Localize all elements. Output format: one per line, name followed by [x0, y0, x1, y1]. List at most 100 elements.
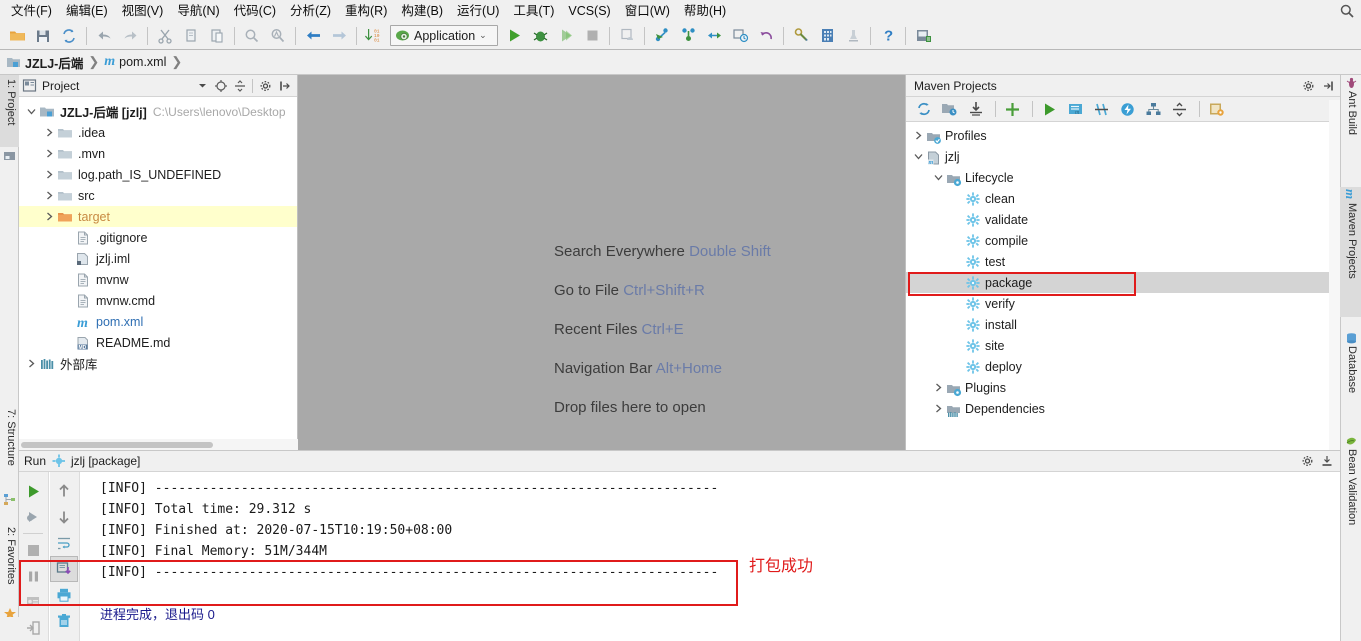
sidebar-item-ant-build[interactable]: Ant Build: [1340, 75, 1361, 153]
scroll-up-icon[interactable]: [50, 478, 78, 504]
chevron-down-icon[interactable]: [23, 104, 39, 120]
cut-icon[interactable]: [153, 24, 177, 48]
maven-tree-row[interactable]: Profiles: [906, 125, 1340, 146]
paste-icon[interactable]: [205, 24, 229, 48]
hide-icon[interactable]: [1319, 77, 1337, 95]
undo-icon[interactable]: [92, 24, 116, 48]
menu-run[interactable]: 运行(U): [450, 1, 506, 21]
exit-icon[interactable]: [19, 615, 47, 641]
run-button[interactable]: [502, 24, 526, 48]
maven-tree[interactable]: Profiles m jzlj Lifecycle clean validate compi…: [906, 122, 1340, 419]
maven-tree-row[interactable]: validate: [906, 209, 1340, 230]
maven-tree-row-selected[interactable]: package: [906, 272, 1340, 293]
project-tree[interactable]: JZLJ-后端 [jzlj] C:\Users\lenovo\Desktop .id…: [19, 97, 297, 374]
collapse-all-icon[interactable]: [1168, 99, 1191, 120]
chevron-right-icon[interactable]: [930, 401, 946, 417]
run-maven-build-icon[interactable]: [1038, 99, 1061, 120]
project-tree-row[interactable]: .idea: [19, 122, 297, 143]
project-tree-row[interactable]: mvnw.cmd: [19, 290, 297, 311]
push-icon[interactable]: [702, 24, 726, 48]
chevron-right-icon[interactable]: [23, 356, 39, 372]
maven-tree-row[interactable]: m jzlj: [906, 146, 1340, 167]
chevron-down-icon[interactable]: [910, 149, 926, 165]
menu-window[interactable]: 窗口(W): [618, 1, 677, 21]
copy-icon[interactable]: [179, 24, 203, 48]
sidebar-item-bean-validation[interactable]: Bean Validation: [1340, 433, 1361, 561]
project-horizontal-scrollbar[interactable]: [19, 439, 298, 450]
maven-tree-row[interactable]: test: [906, 251, 1340, 272]
chevron-down-icon[interactable]: [930, 170, 946, 186]
find-icon[interactable]: [240, 24, 264, 48]
project-structure-icon[interactable]: [815, 24, 839, 48]
editor-empty-area[interactable]: Search Everywhere Double Shift Go to File…: [298, 75, 905, 450]
chevron-right-icon[interactable]: [41, 167, 57, 183]
search-icon[interactable]: [1339, 3, 1355, 19]
project-tree-row[interactable]: mvnw: [19, 269, 297, 290]
sidebar-item-project[interactable]: 1: Project: [0, 75, 19, 147]
sidebar-item-favorites[interactable]: 2: Favorites: [0, 523, 19, 605]
dump-threads-icon[interactable]: [19, 589, 47, 615]
sidebar-item-structure[interactable]: 7: Structure: [0, 405, 19, 489]
hide-icon[interactable]: [276, 77, 294, 95]
chevron-right-icon[interactable]: [41, 188, 57, 204]
project-tree-row[interactable]: src: [19, 185, 297, 206]
reimport-icon[interactable]: [912, 99, 935, 120]
chevron-right-icon[interactable]: [930, 380, 946, 396]
chevron-right-icon[interactable]: [41, 209, 57, 225]
generate-sources-icon[interactable]: [938, 99, 961, 120]
soft-wrap-icon[interactable]: [50, 530, 78, 556]
menu-analyze[interactable]: 分析(Z): [283, 1, 338, 21]
project-tree-row[interactable]: target: [19, 206, 297, 227]
save-all-icon[interactable]: [31, 24, 55, 48]
maven-tree-row[interactable]: deploy: [906, 356, 1340, 377]
revert-icon[interactable]: [754, 24, 778, 48]
menu-code[interactable]: 代码(C): [227, 1, 283, 21]
maven-tree-row[interactable]: Dependencies: [906, 398, 1340, 419]
project-tree-row[interactable]: .gitignore: [19, 227, 297, 248]
project-tree-row[interactable]: JZLJ-后端 [jzlj] C:\Users\lenovo\Desktop: [19, 101, 297, 122]
breadcrumb-file[interactable]: m pom.xml: [104, 54, 168, 70]
collapse-all-icon[interactable]: [231, 77, 249, 95]
menu-navigate[interactable]: 导航(N): [170, 1, 226, 21]
help-icon[interactable]: ?: [876, 24, 900, 48]
menu-view[interactable]: 视图(V): [115, 1, 171, 21]
back-icon[interactable]: [301, 24, 325, 48]
rerun-icon[interactable]: [19, 478, 47, 504]
settings-icon[interactable]: [789, 24, 813, 48]
open-folder-icon[interactable]: [5, 24, 29, 48]
maven-vertical-scrollbar[interactable]: [1329, 100, 1340, 450]
sidebar-item-database[interactable]: Database: [1340, 330, 1361, 418]
project-tree-row[interactable]: MD README.md: [19, 332, 297, 353]
project-tree-row[interactable]: m pom.xml: [19, 311, 297, 332]
show-dependencies-icon[interactable]: [1142, 99, 1165, 120]
commit-icon[interactable]: [676, 24, 700, 48]
download-sources-icon[interactable]: [964, 99, 987, 120]
stop-button[interactable]: [580, 24, 604, 48]
chevron-down-icon[interactable]: [193, 77, 211, 95]
menu-refactor[interactable]: 重构(R): [338, 1, 394, 21]
forward-icon[interactable]: [327, 24, 351, 48]
scroll-down-icon[interactable]: [50, 504, 78, 530]
compile-icon[interactable]: 01 10 01: [362, 24, 386, 48]
replace-icon[interactable]: [266, 24, 290, 48]
scrollbar-thumb[interactable]: [21, 442, 213, 448]
clear-all-icon[interactable]: [50, 608, 78, 634]
scroll-to-end-icon[interactable]: [50, 556, 78, 582]
maven-settings-icon[interactable]: [1205, 99, 1228, 120]
project-tree-row[interactable]: log.path_IS_UNDEFINED: [19, 164, 297, 185]
menu-tools[interactable]: 工具(T): [506, 1, 561, 21]
maven-tree-row[interactable]: Plugins: [906, 377, 1340, 398]
sync-icon[interactable]: [57, 24, 81, 48]
run-configuration-selector[interactable]: Application ⌄: [390, 25, 498, 46]
update-project-icon[interactable]: [650, 24, 674, 48]
history-icon[interactable]: [728, 24, 752, 48]
sdk-icon[interactable]: [841, 24, 865, 48]
chevron-right-icon[interactable]: [41, 125, 57, 141]
rerun-failed-icon[interactable]: [19, 504, 47, 530]
menu-help[interactable]: 帮助(H): [677, 1, 733, 21]
breadcrumb-project[interactable]: JZLJ-后端: [6, 53, 85, 72]
toggle-offline-icon[interactable]: [1116, 99, 1139, 120]
chevron-right-icon[interactable]: [41, 146, 57, 162]
toggle-skip-tests-icon[interactable]: [1090, 99, 1113, 120]
menu-edit[interactable]: 编辑(E): [59, 1, 115, 21]
